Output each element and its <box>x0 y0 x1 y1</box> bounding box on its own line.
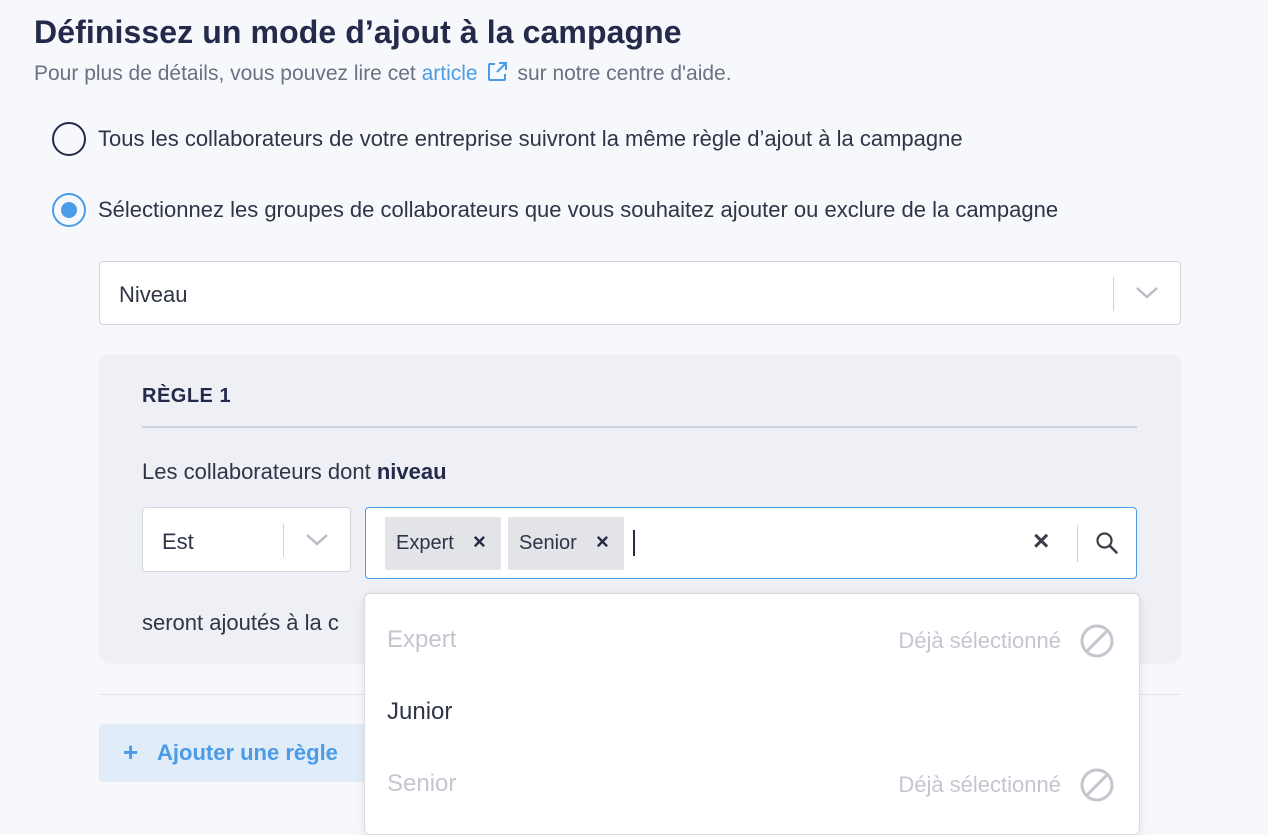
external-link-icon[interactable] <box>486 61 508 89</box>
subtitle-text-after: sur notre centre d'aide. <box>517 62 732 85</box>
values-dropdown-menu: Expert Déjà sélectionné Junior Senior Dé… <box>364 593 1140 835</box>
add-rule-label: Ajouter une règle <box>157 740 338 765</box>
multiselect-separator <box>1077 525 1078 562</box>
chevron-down-icon[interactable] <box>1135 286 1159 305</box>
search-icon[interactable] <box>1095 531 1119 560</box>
option-label: Junior <box>387 698 453 725</box>
option-status: Déjà sélectionné <box>898 628 1061 653</box>
option-label: Expert <box>387 626 457 653</box>
radio-button-selected[interactable] <box>52 193 86 227</box>
mode-option-label: Tous les collaborateurs de votre entrepr… <box>98 126 963 151</box>
rule-divider <box>142 426 1137 428</box>
operator-select[interactable]: Est <box>142 507 351 572</box>
rule-result-text: seront ajoutés à la c <box>142 610 339 635</box>
dropdown-option-junior[interactable]: Junior <box>365 672 1139 744</box>
mode-option-groups[interactable]: Sélectionnez les groupes de collaborateu… <box>52 193 1058 227</box>
operator-value: Est <box>162 529 194 554</box>
remove-tag-icon[interactable]: × <box>473 529 486 555</box>
page-subtitle: Pour plus de détails, vous pouvez lire c… <box>34 61 732 89</box>
group-attribute-value: Niveau <box>119 282 188 307</box>
clear-all-icon[interactable]: × <box>1033 527 1049 555</box>
subtitle-text-before: Pour plus de détails, vous pouvez lire c… <box>34 62 416 85</box>
page-title: Définissez un mode d’ajout à la campagne <box>34 14 682 50</box>
ban-icon <box>1080 768 1114 807</box>
radio-button[interactable] <box>52 122 86 156</box>
option-label: Senior <box>387 770 457 797</box>
remove-tag-icon[interactable]: × <box>596 529 609 555</box>
chevron-down-icon[interactable] <box>305 533 329 552</box>
dropdown-option-senior[interactable]: Senior Déjà sélectionné <box>365 744 1139 816</box>
values-multiselect[interactable]: Expert × Senior × × <box>365 507 1137 579</box>
rule-text-prefix: Les collaborateurs dont <box>142 459 371 484</box>
tag-expert: Expert × <box>385 517 501 570</box>
add-rule-button[interactable]: + Ajouter une règle <box>99 724 379 782</box>
rule-description: Les collaborateurs dont niveau <box>142 459 447 485</box>
mode-option-all[interactable]: Tous les collaborateurs de votre entrepr… <box>52 122 963 156</box>
tag-label: Senior <box>519 532 577 554</box>
dropdown-option-expert[interactable]: Expert Déjà sélectionné <box>365 600 1139 672</box>
text-cursor <box>633 530 635 556</box>
ban-icon <box>1080 624 1114 663</box>
rule-attribute: niveau <box>376 459 447 484</box>
select-separator <box>1113 277 1114 311</box>
select-separator <box>283 524 284 557</box>
help-article-link[interactable]: article <box>422 62 478 85</box>
tag-label: Expert <box>396 532 454 554</box>
mode-option-label: Sélectionnez les groupes de collaborateu… <box>98 197 1059 222</box>
plus-icon: + <box>123 737 139 767</box>
tag-senior: Senior × <box>508 517 624 570</box>
rule-title: RÈGLE 1 <box>142 385 232 407</box>
group-attribute-select[interactable]: Niveau <box>99 261 1181 325</box>
option-status: Déjà sélectionné <box>898 772 1061 797</box>
